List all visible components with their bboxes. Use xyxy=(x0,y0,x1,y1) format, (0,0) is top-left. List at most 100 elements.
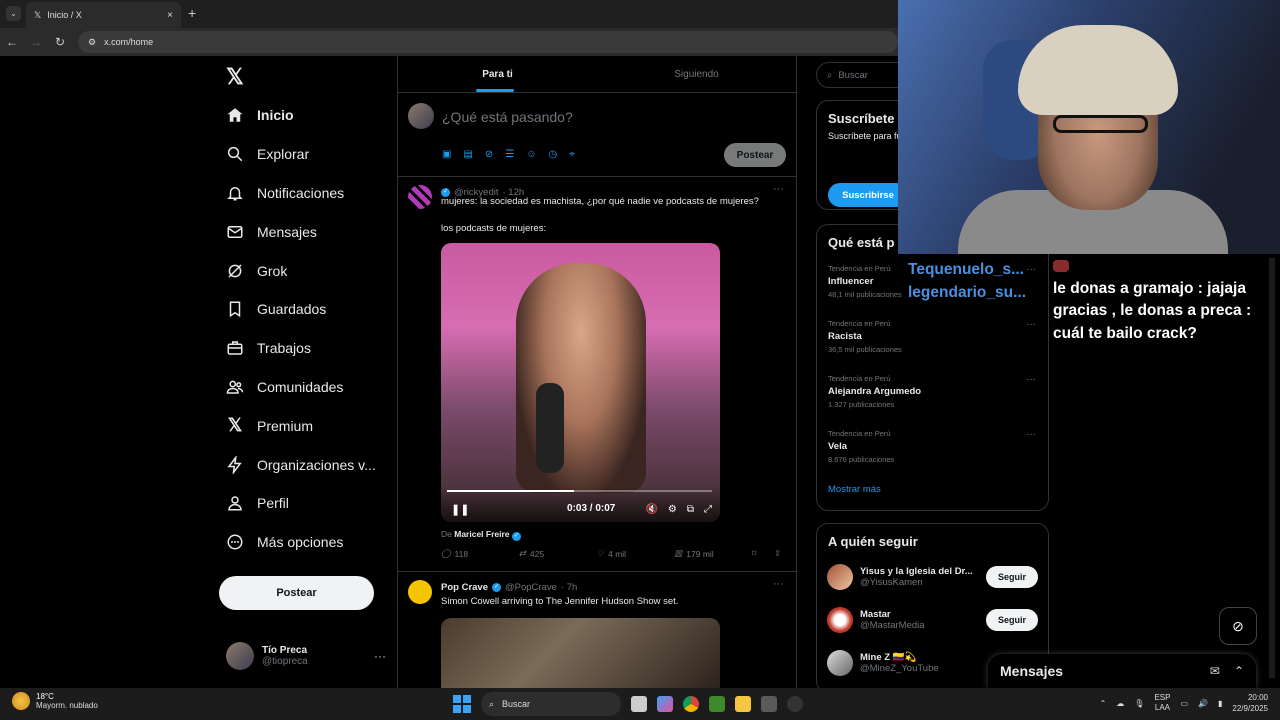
trend-item[interactable]: Tendencia en Perú Racista 36,5 mil publi… xyxy=(817,319,1048,374)
tweet-image[interactable] xyxy=(441,618,720,698)
forward-icon[interactable]: → xyxy=(24,35,48,49)
task-view-icon[interactable] xyxy=(631,696,647,712)
store-icon[interactable] xyxy=(761,696,777,712)
sidebar-item-mensajes[interactable]: Mensajes xyxy=(225,212,376,251)
emoji-icon[interactable]: ☺ xyxy=(526,149,536,160)
image-icon[interactable]: ▣ xyxy=(442,149,451,160)
battery-icon[interactable]: ▮ xyxy=(1218,699,1222,708)
attribution-name[interactable]: Maricel Freire xyxy=(454,529,509,539)
follow-button[interactable]: Seguir xyxy=(986,565,1038,588)
location-icon[interactable]: ⌖ xyxy=(569,149,575,160)
trend-item[interactable]: Tendencia en Perú Vela 8.676 publicacion… xyxy=(817,429,1048,484)
weather-widget[interactable]: 18°C Mayorm. nublado xyxy=(12,692,98,710)
site-info-icon[interactable]: ⚙ xyxy=(88,37,96,48)
follow-suggestion[interactable]: Mastar @MastarMedia Seguir xyxy=(817,598,1048,641)
browser-tab[interactable]: 𝕏 Inicio / X × xyxy=(26,2,181,28)
sidebar-item-mas-opciones[interactable]: Más opciones xyxy=(225,523,376,562)
chevron-up-icon[interactable]: ⌃ xyxy=(1100,699,1107,708)
sidebar-item-organizaciones[interactable]: Organizaciones v... xyxy=(225,445,376,484)
compose-input[interactable]: ¿Qué está pasando? xyxy=(442,109,573,125)
tab-close-icon[interactable]: × xyxy=(167,10,173,21)
grok-icon[interactable]: ⊘ xyxy=(1219,607,1257,645)
tweet-handle[interactable]: @PopCrave xyxy=(505,582,557,593)
obs-icon[interactable] xyxy=(787,696,803,712)
clock[interactable]: 20:00 22/9/2025 xyxy=(1232,692,1268,714)
chrome-icon[interactable] xyxy=(683,696,699,712)
scrollbar[interactable] xyxy=(1269,258,1275,678)
microphone-icon[interactable]: 🎙 xyxy=(1134,699,1144,708)
sidebar-item-comunidades[interactable]: Comunidades xyxy=(225,368,376,407)
language-indicator[interactable]: ESP LAA xyxy=(1154,693,1170,714)
video-progress-bar[interactable] xyxy=(447,490,712,492)
trend-item[interactable]: Tendencia en Perú Alejandra Argumedo 1.3… xyxy=(817,374,1048,429)
views-button[interactable]: ▥ 179 mil xyxy=(674,548,752,559)
sidebar-nav: Inicio Explorar Notificaciones Mensajes … xyxy=(225,96,376,562)
taskbar-search[interactable]: ⌕ Buscar xyxy=(481,692,621,716)
account-switcher[interactable]: Tío Preca @tiopreca ··· xyxy=(226,642,386,670)
schedule-icon[interactable]: ◷ xyxy=(548,149,557,160)
post-button[interactable]: Postear xyxy=(219,576,374,610)
x-logo-icon[interactable]: 𝕏 xyxy=(226,64,244,90)
tweet[interactable]: ✓ @rickyedit · 12h ··· mujeres: la socie… xyxy=(398,177,796,572)
tweet-time[interactable]: · 7h xyxy=(561,582,577,593)
address-bar[interactable]: ⚙ x.com/home xyxy=(78,31,898,53)
sidebar-item-inicio[interactable]: Inicio xyxy=(225,96,376,135)
donor-list: Tequenuelo_s... legendario_su... xyxy=(908,258,1026,305)
glasses xyxy=(1053,115,1148,133)
mute-icon[interactable]: 🔇 xyxy=(645,504,657,515)
sidebar-item-notificaciones[interactable]: Notificaciones xyxy=(225,174,376,213)
avatar[interactable] xyxy=(408,185,432,209)
sidebar-item-trabajos[interactable]: Trabajos xyxy=(225,329,376,368)
more-dots-icon[interactable]: ··· xyxy=(1026,319,1036,330)
sidebar-item-explorar[interactable]: Explorar xyxy=(225,135,376,174)
back-icon[interactable]: ← xyxy=(0,35,24,49)
sidebar-item-guardados[interactable]: Guardados xyxy=(225,290,376,329)
follow-suggestion[interactable]: Yisus y la Iglesia del Dr... @YisusKamen … xyxy=(817,555,1048,598)
new-message-icon[interactable]: ✉ xyxy=(1210,664,1220,678)
more-dots-icon[interactable]: ··· xyxy=(1026,374,1036,385)
fullscreen-icon[interactable]: ⤢ xyxy=(704,504,712,515)
volume-icon[interactable]: 🔊 xyxy=(1198,699,1208,708)
sidebar-item-grok[interactable]: Grok xyxy=(225,251,376,290)
sidebar-item-perfil[interactable]: Perfil xyxy=(225,484,376,523)
follow-button[interactable]: Seguir xyxy=(986,608,1038,631)
heart-icon: ♡ xyxy=(596,548,605,558)
subscribe-button[interactable]: Suscribirse xyxy=(828,183,908,207)
tweet[interactable]: Pop Crave ✓ @PopCrave · 7h ··· Simon Cow… xyxy=(398,572,796,698)
tweet-author[interactable]: Pop Crave xyxy=(441,582,488,593)
composer-post-button[interactable]: Postear xyxy=(724,143,786,167)
more-dots-icon[interactable]: ··· xyxy=(773,578,784,590)
cloud-icon[interactable]: ☁ xyxy=(1116,699,1124,708)
sidebar-item-premium[interactable]: 𝕏 Premium xyxy=(225,406,376,445)
reload-icon[interactable]: ↻ xyxy=(48,35,72,49)
file-explorer-icon[interactable] xyxy=(735,696,751,712)
bookmark-icon[interactable]: ⌑ xyxy=(752,548,774,559)
messages-drawer[interactable]: Mensajes ✉ ⌃ xyxy=(988,654,1256,688)
more-dots-icon[interactable]: ··· xyxy=(374,649,386,663)
tweet-video[interactable]: ❚❚ 0:03 / 0:07 🔇 ⚙ ⧉ ⤢ xyxy=(441,243,720,522)
poll-icon[interactable]: ☰ xyxy=(505,149,514,160)
chevron-up-icon[interactable]: ⌃ xyxy=(1234,664,1244,678)
gif-icon[interactable]: ▤ xyxy=(463,149,472,160)
share-icon[interactable]: ⇪ xyxy=(774,548,786,559)
settings-icon[interactable]: ⚙ xyxy=(668,504,677,515)
show-more-link[interactable]: Mostrar más xyxy=(817,484,1048,495)
network-icon[interactable]: ▭ xyxy=(1180,699,1188,708)
copilot-icon[interactable] xyxy=(657,696,673,712)
pause-icon[interactable]: ❚❚ xyxy=(451,503,469,516)
windows-start-icon[interactable] xyxy=(453,695,471,713)
reply-button[interactable]: ◯ 118 xyxy=(441,548,519,559)
tab-search-icon[interactable]: ⌄ xyxy=(6,6,21,21)
like-button[interactable]: ♡ 4 mil xyxy=(597,548,675,559)
grok-icon[interactable]: ⊘ xyxy=(485,149,493,160)
more-dots-icon[interactable]: ··· xyxy=(1026,429,1036,440)
tab-para-ti[interactable]: Para ti xyxy=(398,56,597,92)
more-dots-icon[interactable]: ··· xyxy=(773,183,784,195)
avatar[interactable] xyxy=(408,580,432,604)
minecraft-icon[interactable] xyxy=(709,696,725,712)
repost-button[interactable]: ⇄ 425 xyxy=(519,548,597,559)
new-tab-button[interactable]: + xyxy=(188,5,196,21)
tab-siguiendo[interactable]: Siguiendo xyxy=(597,56,796,92)
more-dots-icon[interactable]: ··· xyxy=(1026,264,1036,275)
pip-icon[interactable]: ⧉ xyxy=(687,504,694,515)
